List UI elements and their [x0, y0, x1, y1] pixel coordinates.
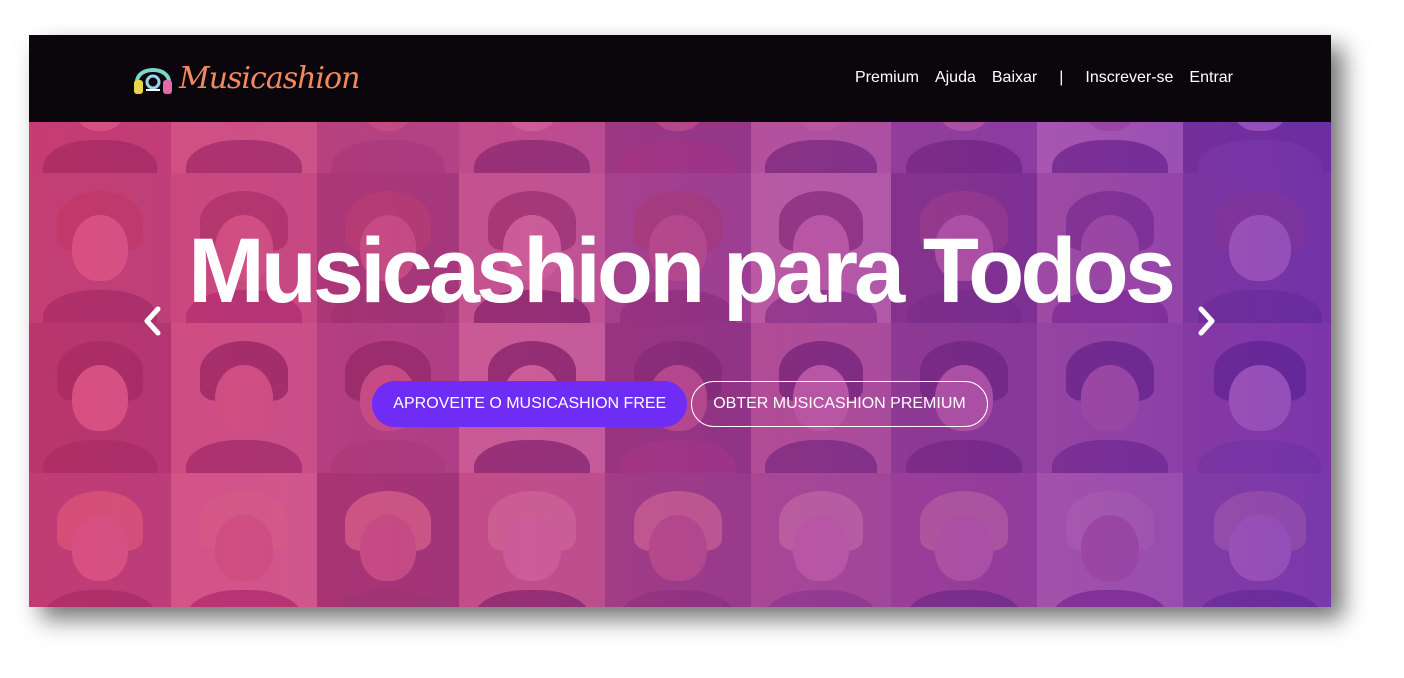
- nav-baixar[interactable]: Baixar: [992, 69, 1037, 87]
- headphones-logo-icon: [129, 54, 177, 102]
- premium-button[interactable]: OBTER MUSICASHION PREMIUM: [691, 381, 988, 427]
- nav-ajuda[interactable]: Ajuda: [935, 69, 976, 87]
- brand-name: Musicashion: [179, 60, 360, 96]
- chevron-left-icon[interactable]: [140, 303, 164, 339]
- nav-signup[interactable]: Inscrever-se: [1085, 69, 1173, 87]
- brand-logo[interactable]: Musicashion: [129, 53, 360, 103]
- chevron-right-icon[interactable]: [1195, 303, 1219, 339]
- nav-premium[interactable]: Premium: [855, 69, 919, 87]
- free-button[interactable]: APROVEITE O MUSICASHION FREE: [372, 381, 688, 427]
- top-navbar: Musicashion Premium Ajuda Baixar | Inscr…: [29, 35, 1331, 122]
- hero-title: Musicashion para Todos: [188, 220, 1176, 322]
- nav-separator: |: [1059, 69, 1064, 86]
- nav-login[interactable]: Entrar: [1189, 69, 1233, 87]
- nav-links: Premium Ajuda Baixar | Inscrever-se Entr…: [839, 69, 1233, 87]
- hero-buttons: APROVEITE O MUSICASHION FREE OBTER MUSIC…: [29, 381, 1331, 427]
- hero-section: Musicashion Premium Ajuda Baixar | Inscr…: [29, 35, 1331, 607]
